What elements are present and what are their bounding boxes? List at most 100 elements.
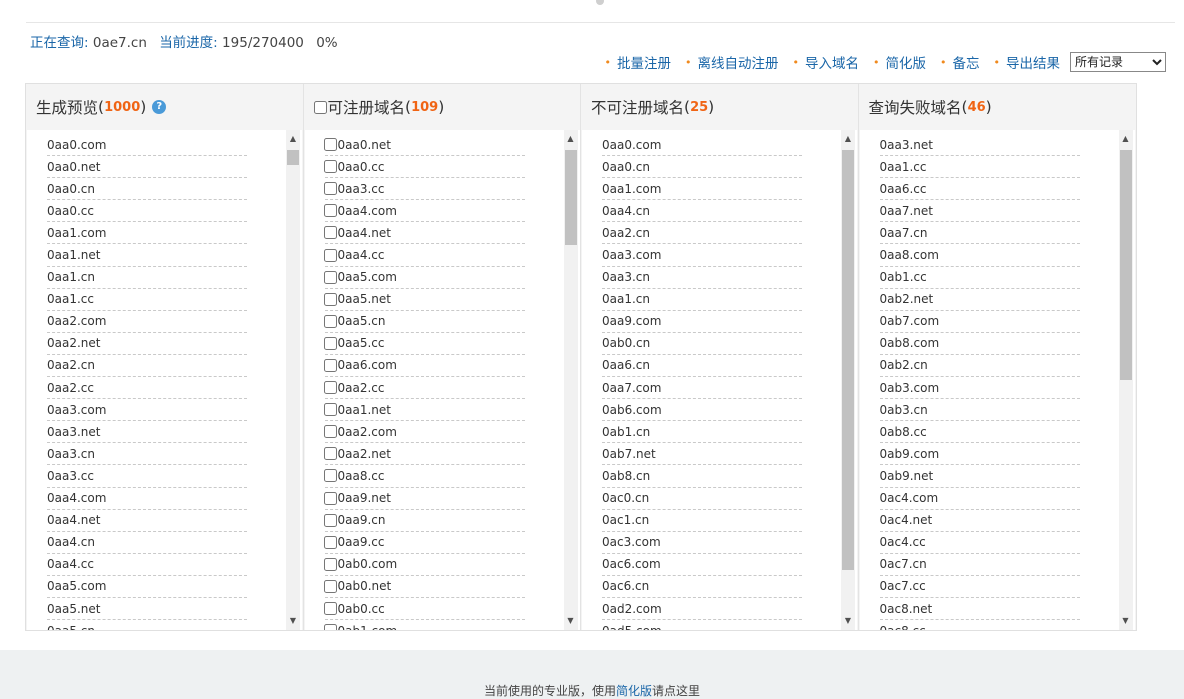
scroll-up-arrow-icon[interactable]: ▲ [286,132,300,146]
domain-list[interactable]: 0aa0.com 0aa0.net 0aa0.cn 0aa0.cc 0aa1.com 0a… [27,130,302,630]
domain-checkbox[interactable] [323,314,337,328]
offline-auto-register-link[interactable]: • 离线自动注册 [685,52,779,73]
domain-text: 0ab9.net [879,468,934,483]
domain-item[interactable]: 0aa8.cc [323,465,525,488]
domain-checkbox[interactable] [323,491,337,505]
domain-item[interactable]: 0aa1.net [323,399,525,422]
domain-item[interactable]: 0aa9.net [323,488,525,510]
import-domains-link[interactable]: • 导入域名 [793,52,860,73]
domain-item[interactable]: 0aa4.com [323,200,525,223]
scrollbar[interactable]: ▲ ▼ [563,130,578,630]
domain-item: 0ab7.com [879,311,1080,333]
domain-item: 0aa2.net [47,333,247,355]
domain-checkbox[interactable] [323,270,337,284]
domain-item: 0aa4.cn [47,532,247,554]
domain-item[interactable]: 0aa6.com [323,355,525,378]
domain-text: 0aa3.cn [602,270,650,285]
domain-item: 0aa7.net [879,200,1080,223]
memo-link[interactable]: • 备忘 [940,52,980,73]
domain-checkbox[interactable] [323,447,337,461]
scrollbar-thumb[interactable] [287,150,299,165]
simple-version-footer-link[interactable]: 简化版 [616,684,652,698]
domain-text: 0aa9.net [337,491,391,506]
domain-checkbox[interactable] [323,226,337,240]
domain-text: 0ac4.cc [879,535,926,550]
domain-checkbox[interactable] [323,381,337,395]
scrollbar[interactable]: ▲ ▼ [286,130,300,630]
domain-text: 0aa0.net [47,159,101,174]
domain-checkbox[interactable] [323,602,337,616]
domain-checkbox[interactable] [323,469,337,483]
domain-checkbox[interactable] [323,557,337,571]
domain-text: 0aa1.cc [879,159,927,174]
scrollbar-thumb[interactable] [564,150,577,245]
domain-checkbox[interactable] [323,425,337,439]
domain-item[interactable]: 0ab1.com [323,620,525,630]
domain-item[interactable]: 0ab0.cc [323,598,525,621]
domain-checkbox[interactable] [323,579,337,593]
domain-item: 0aa1.cc [47,289,247,311]
domain-checkbox[interactable] [323,358,337,372]
domain-item[interactable]: 0aa2.com [323,421,525,444]
record-filter-select[interactable]: 所有记录 [1070,52,1166,72]
domain-list[interactable]: 0aa3.net 0aa1.cc 0aa6.cc 0aa7.net 0aa7.cn 0aa… [859,130,1135,630]
domain-item[interactable]: 0aa2.net [323,443,525,466]
domain-item[interactable]: 0aa2.cc [323,377,525,400]
scroll-up-arrow-icon[interactable]: ▲ [564,132,578,146]
scroll-down-arrow-icon[interactable]: ▼ [564,614,578,628]
domain-item: 0ac8.net [879,598,1080,621]
domain-text: 0aa1.cn [602,292,650,307]
domain-text: 0aa3.net [47,424,101,439]
domain-item[interactable]: 0aa3.cc [323,178,525,201]
domain-checkbox[interactable] [323,336,337,350]
domain-item[interactable]: 0aa5.cc [323,333,525,355]
domain-text: 0aa2.cc [47,380,94,395]
help-icon[interactable]: ? [152,100,167,114]
domain-item: 0aa7.cn [879,222,1080,245]
domain-checkbox[interactable] [323,535,337,549]
scroll-down-arrow-icon[interactable]: ▼ [1119,614,1133,628]
simple-version-link[interactable]: • 简化版 [873,52,926,73]
export-results-link[interactable]: • 导出结果 [994,52,1061,73]
panel-header: 不可注册域名(25) [591,98,715,117]
domain-item[interactable]: 0aa4.net [323,222,525,245]
select-all-checkbox[interactable] [313,100,327,114]
domain-text: 0ad2.com [602,601,662,616]
domain-checkbox[interactable] [323,138,337,152]
domain-item[interactable]: 0aa5.com [323,267,525,289]
domain-item[interactable]: 0aa5.net [323,289,525,311]
domain-checkbox[interactable] [323,248,337,262]
import-domains-label: 导入域名 [805,56,859,72]
domain-item[interactable]: 0aa4.cc [323,244,525,267]
domain-item[interactable]: 0aa0.cc [323,156,525,179]
scrollbar-thumb[interactable] [1119,150,1132,380]
domain-checkbox[interactable] [323,160,337,174]
domain-item[interactable]: 0aa0.net [323,134,525,157]
scrollbar[interactable]: ▲ ▼ [1118,130,1133,630]
scrollbar[interactable]: ▲ ▼ [841,130,855,630]
scrollbar-thumb[interactable] [842,150,854,570]
scroll-down-arrow-icon[interactable]: ▼ [841,614,855,628]
scroll-up-arrow-icon[interactable]: ▲ [841,132,855,146]
domain-text: 0aa4.cc [337,248,385,263]
domain-text: 0aa2.com [337,424,397,439]
domain-items: 0aa0.com 0aa0.cn 0aa1.com 0aa4.cn 0aa2.cn 0aa… [602,134,802,630]
domain-checkbox[interactable] [323,403,337,417]
scroll-up-arrow-icon[interactable]: ▲ [1119,132,1133,146]
domain-item[interactable]: 0ab0.com [323,554,525,576]
domain-checkbox[interactable] [323,204,337,218]
batch-register-link[interactable]: • 批量注册 [605,52,672,73]
domain-item[interactable]: 0aa5.cn [323,311,525,333]
domain-checkbox[interactable] [323,292,337,306]
drag-handle[interactable] [596,0,604,5]
domain-checkbox[interactable] [323,182,337,196]
domain-list[interactable]: 0aa0.net 0aa0.cc 0aa3.cc 0aa4.com 0aa4.net 0a… [304,130,580,630]
domain-item[interactable]: 0aa9.cn [323,510,525,532]
domain-item[interactable]: 0aa9.cc [323,532,525,554]
domain-item: 0aa0.com [602,134,802,157]
domain-checkbox[interactable] [323,624,337,630]
domain-list[interactable]: 0aa0.com 0aa0.cn 0aa1.com 0aa4.cn 0aa2.cn 0aa… [582,130,857,630]
domain-item[interactable]: 0ab0.net [323,576,525,598]
domain-checkbox[interactable] [323,513,337,527]
scroll-down-arrow-icon[interactable]: ▼ [286,614,300,628]
